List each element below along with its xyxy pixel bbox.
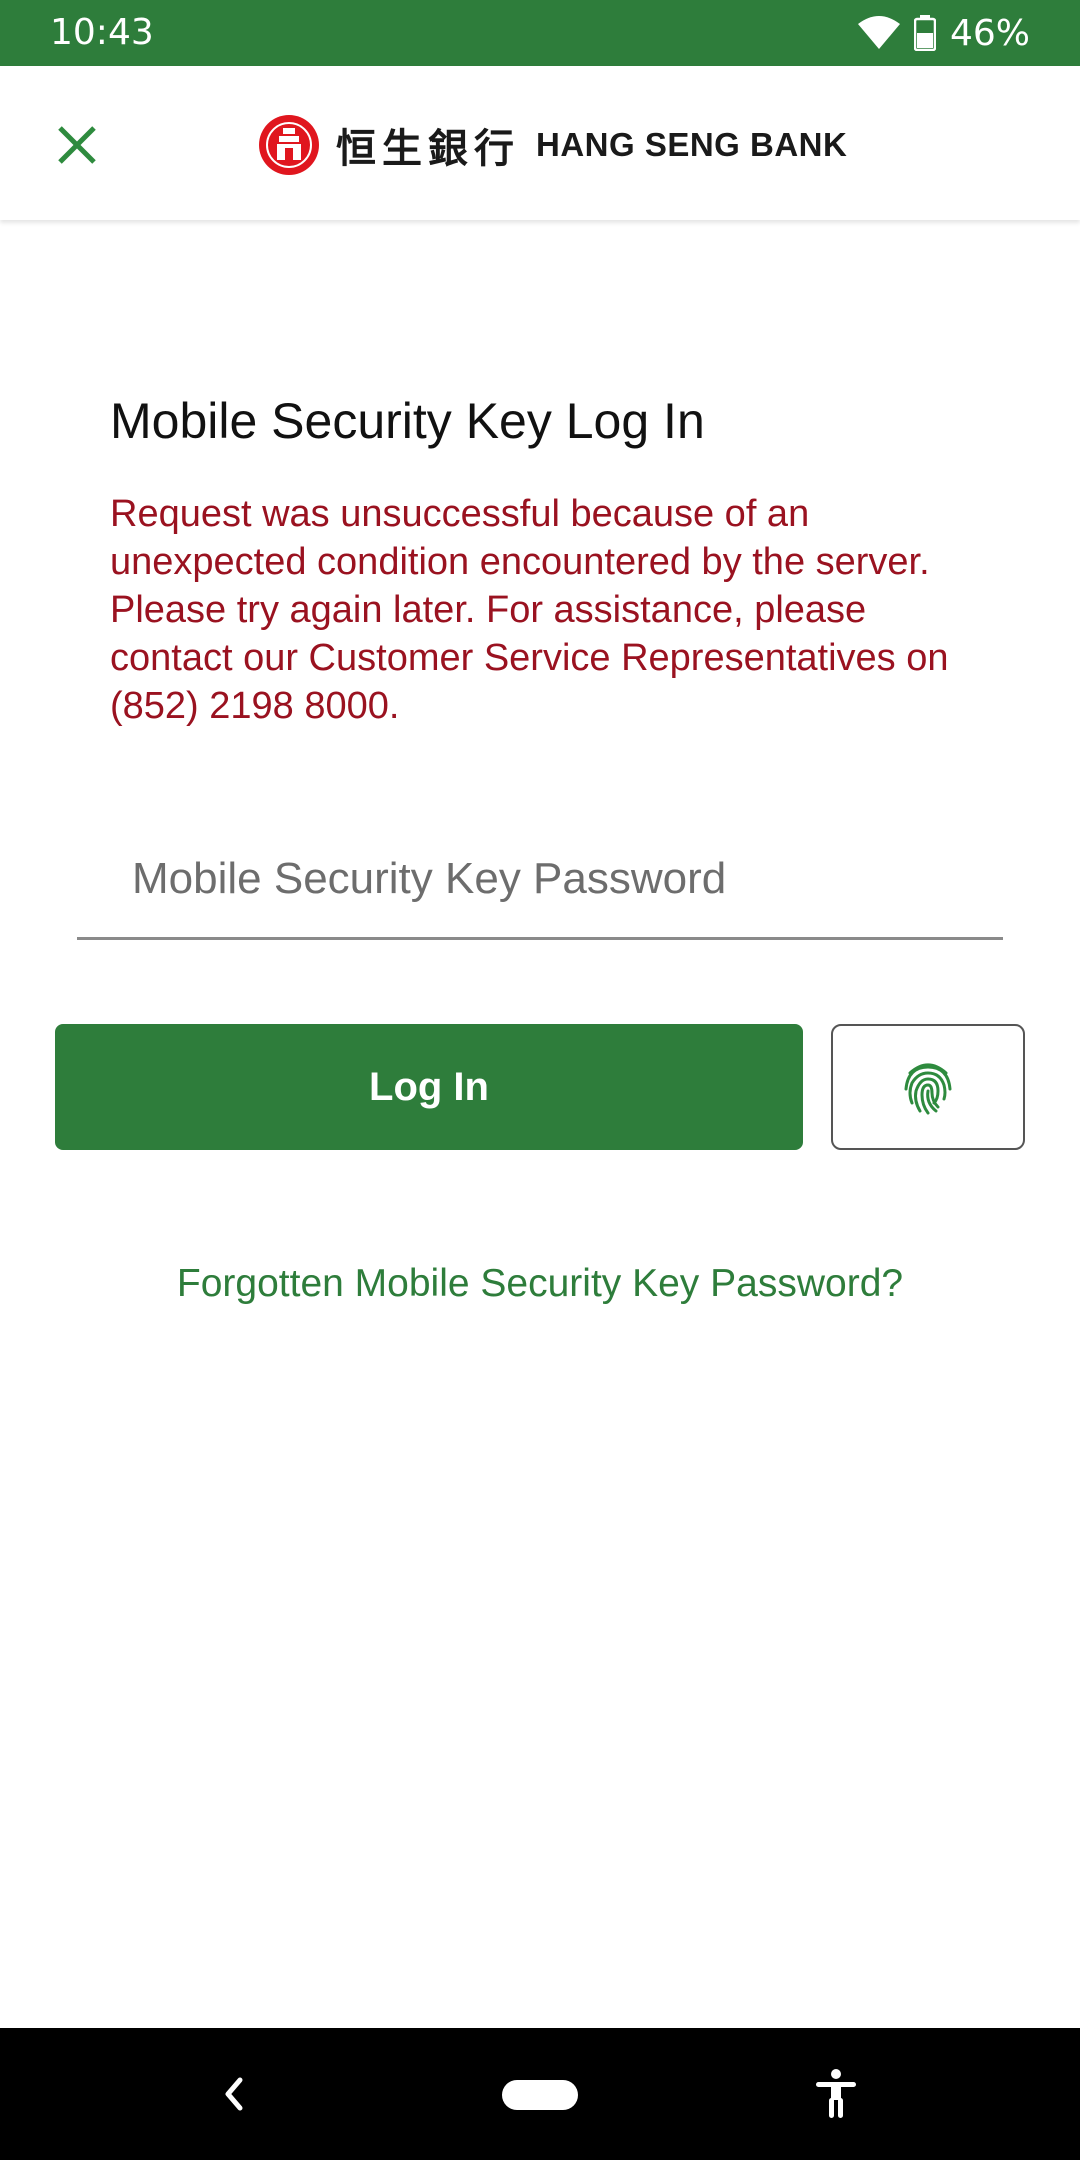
brand-english-name: HANG SENG BANK: [536, 126, 848, 163]
password-input[interactable]: [77, 820, 1003, 940]
close-icon[interactable]: [48, 116, 106, 174]
app-header: 恒生銀行 HANG SENG BANK: [0, 66, 1080, 220]
status-time: 10:43: [50, 12, 154, 53]
fingerprint-icon: [904, 1063, 952, 1115]
hang-seng-bank-logo: 恒生銀行 HANG SENG BANK: [258, 110, 847, 180]
fingerprint-button[interactable]: [831, 1024, 1025, 1150]
status-bar: 10:43 46%: [0, 0, 1080, 66]
navigation-bar: [0, 2028, 1080, 2160]
accessibility-icon[interactable]: [814, 2068, 858, 2120]
battery-icon: [913, 15, 936, 51]
wifi-icon: [857, 16, 900, 49]
brand-chinese-name: 恒生銀行: [336, 125, 520, 172]
login-button[interactable]: Log In: [55, 1024, 803, 1150]
back-icon[interactable]: [222, 2074, 246, 2114]
hang-seng-logo-icon: [259, 115, 319, 175]
status-icons: 46%: [857, 10, 1030, 56]
error-message: Request was unsuccessful because of an u…: [110, 493, 949, 727]
page-title: Mobile Security Key Log In: [110, 393, 705, 449]
home-pill-icon[interactable]: [502, 2080, 578, 2110]
battery-percentage: 46%: [949, 12, 1030, 54]
forgot-password-link[interactable]: Forgotten Mobile Security Key Password?: [0, 1262, 1080, 1306]
